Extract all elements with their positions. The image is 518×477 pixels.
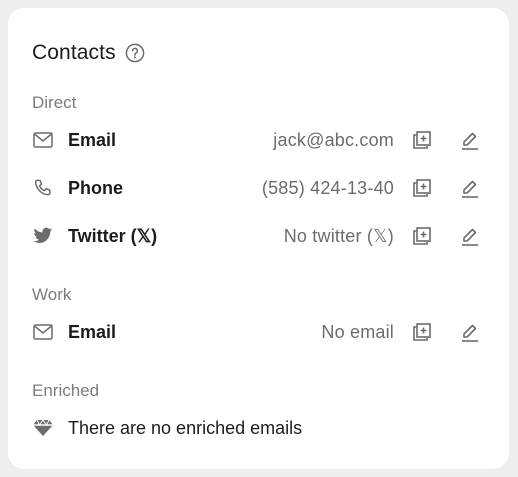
contact-label: Email	[68, 321, 117, 342]
mail-icon	[32, 321, 54, 343]
edit-icon[interactable]	[458, 176, 482, 200]
contact-label: Twitter (𝕏)	[68, 225, 158, 246]
contact-value: jack@abc.com	[273, 129, 394, 150]
section-label-work: Work	[32, 285, 72, 304]
edit-icon[interactable]	[458, 128, 482, 152]
contact-value: No email	[321, 321, 394, 342]
twitter-icon	[32, 225, 54, 247]
contact-value: No twitter (𝕏)	[283, 225, 394, 246]
contact-row-work-email: Email No email	[32, 318, 482, 346]
contacts-card: Contacts Direct Email jack@abc.com Phone…	[8, 8, 509, 469]
edit-icon[interactable]	[458, 320, 482, 344]
copy-icon[interactable]	[410, 320, 434, 344]
contact-row-direct-twitter: Twitter (𝕏) No twitter (𝕏)	[32, 222, 482, 250]
contact-row-direct-phone: Phone (585) 424-13-40	[32, 174, 482, 202]
contact-value: (585) 424-13-40	[261, 177, 394, 198]
enriched-empty-message: There are no enriched emails	[68, 417, 303, 438]
contact-label: Email	[68, 129, 117, 150]
card-title: Contacts	[32, 41, 116, 64]
copy-icon[interactable]	[410, 128, 434, 152]
mail-icon	[32, 129, 54, 151]
phone-icon	[32, 177, 54, 199]
copy-icon[interactable]	[410, 224, 434, 248]
help-icon[interactable]	[125, 43, 145, 63]
card-header: Contacts	[32, 40, 145, 66]
copy-icon[interactable]	[410, 176, 434, 200]
edit-icon[interactable]	[458, 224, 482, 248]
contact-row-direct-email: Email jack@abc.com	[32, 126, 482, 154]
contact-label: Phone	[68, 177, 124, 198]
enriched-empty-row: There are no enriched emails	[32, 414, 482, 442]
gem-icon	[32, 417, 54, 439]
section-label-direct: Direct	[32, 93, 77, 112]
section-label-enriched: Enriched	[32, 381, 100, 400]
